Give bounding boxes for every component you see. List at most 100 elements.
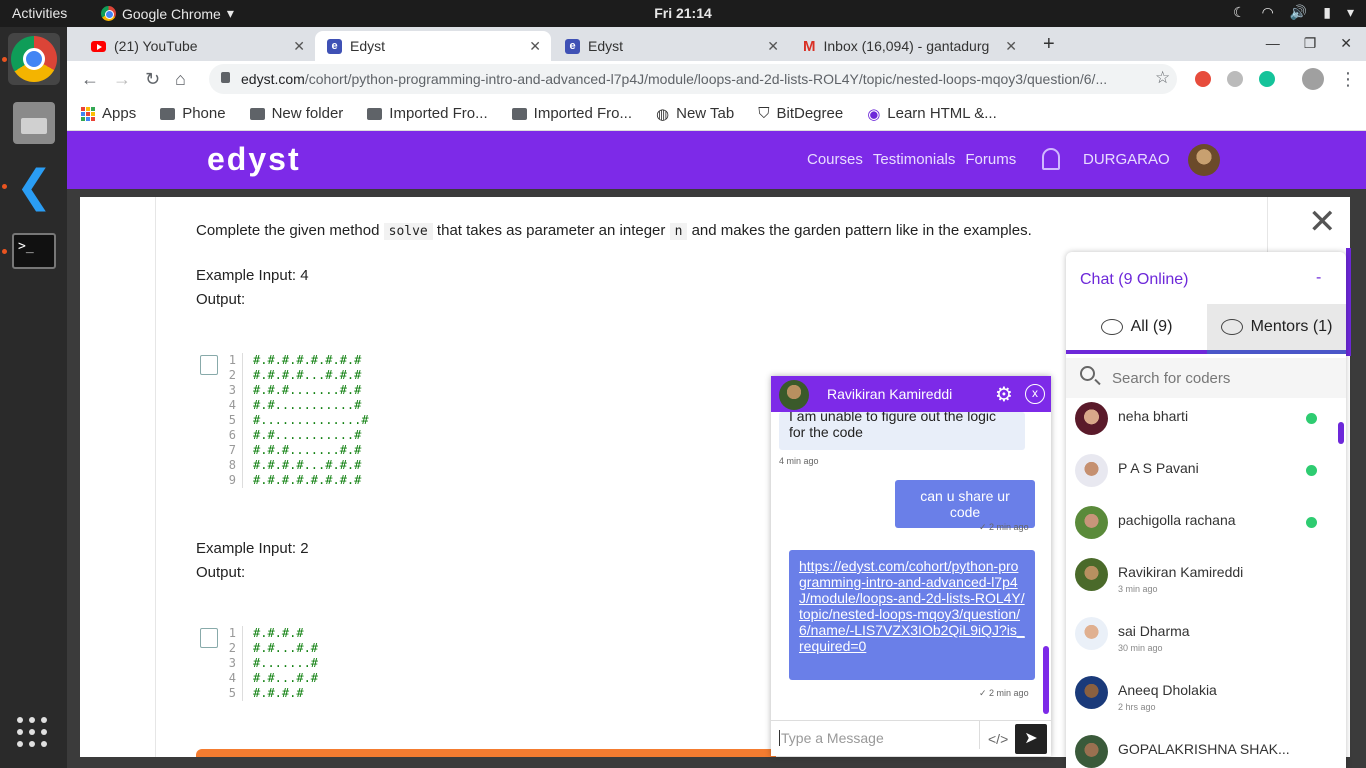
tab-edyst-active[interactable]: e Edyst ✕ (315, 31, 551, 61)
search-input[interactable]: Search for coders (1112, 370, 1230, 387)
message-time: 2 min ago (989, 688, 1029, 698)
grammarly-icon[interactable] (1259, 71, 1275, 87)
coder-search[interactable]: Search for coders (1066, 358, 1346, 398)
bookmark-apps[interactable]: Apps (81, 105, 136, 122)
close-icon[interactable]: ✕ (1308, 205, 1337, 239)
bookmark-bitdegree[interactable]: ⛉ BitDegree (758, 105, 843, 122)
home-icon[interactable]: ⌂ (175, 69, 186, 90)
close-icon[interactable]: ✕ (1340, 35, 1352, 52)
folder-icon (511, 107, 527, 120)
close-icon[interactable]: ✕ (293, 38, 305, 55)
app-menu-label: Google Chrome (122, 5, 221, 22)
copy-icon[interactable] (200, 355, 218, 375)
bookmark-imported-1[interactable]: Imported Fro... (367, 105, 488, 122)
tab-all[interactable]: All (9) (1066, 304, 1207, 354)
example1-output: Output: (196, 291, 246, 308)
nav-courses[interactable]: Courses (807, 151, 863, 168)
chat-window: Ravikiran Kamireddi ⚙ x I am unable to f… (771, 376, 1051, 756)
bookmark-new-folder[interactable]: New folder (249, 105, 344, 122)
vscode-icon: ❮ (15, 162, 53, 211)
site-logo[interactable]: edyst (207, 141, 301, 178)
chevron-down-icon: ▾ (1346, 4, 1354, 20)
close-icon[interactable]: ✕ (1005, 38, 1017, 55)
panel-accent (1346, 248, 1351, 356)
profile-avatar[interactable] (1302, 68, 1324, 90)
globe-icon: ◍ (656, 105, 670, 123)
bookmark-label: BitDegree (776, 105, 844, 122)
extension-icon[interactable] (1227, 71, 1243, 87)
avatar[interactable] (1188, 144, 1220, 176)
nav-forums[interactable]: Forums (965, 151, 1016, 168)
list-item[interactable]: P A S Pavani (1066, 454, 1346, 508)
app-menu[interactable]: Google Chrome ▾ (101, 5, 234, 22)
tab-gmail[interactable]: M Inbox (16,094) - gantadurg ✕ (791, 31, 1027, 61)
shared-link[interactable]: https://edyst.com/cohort/python-programm… (799, 558, 1025, 654)
dock-terminal[interactable]: >_ (8, 225, 60, 277)
close-icon[interactable]: ✕ (767, 38, 779, 55)
minimize-icon[interactable]: — (1266, 35, 1280, 52)
copy-icon[interactable] (200, 628, 218, 648)
dock-files[interactable] (8, 97, 60, 149)
code-icon[interactable]: </> (979, 721, 1008, 749)
list-item[interactable]: neha bharti (1066, 402, 1346, 456)
minimize-button[interactable]: - (1316, 269, 1321, 287)
list-item[interactable]: pachigolla rachana (1066, 506, 1346, 560)
bookmark-phone[interactable]: Phone (160, 105, 226, 122)
list-item[interactable]: Ravikiran Kamireddi 3 min ago (1066, 558, 1346, 612)
list-item[interactable]: Aneeq Dholakia 2 hrs ago (1066, 676, 1346, 730)
nav-testimonials[interactable]: Testimonials (873, 151, 956, 168)
dock: ❮ >_ (0, 27, 67, 768)
line-numbers: 1 2 3 4 5 (228, 626, 236, 700)
bookmark-new-tab[interactable]: ◍ New Tab (656, 105, 734, 123)
avatar (1075, 617, 1108, 650)
tab-label: All (9) (1130, 318, 1173, 335)
chat-panel-title[interactable]: Chat (9 Online) (1080, 271, 1189, 289)
tab-mentors[interactable]: Mentors (1) (1207, 304, 1346, 354)
username[interactable]: DURGARAO (1083, 151, 1170, 168)
maximize-icon[interactable]: ❐ (1304, 35, 1317, 52)
list-item[interactable]: sai Dharma 30 min ago (1066, 617, 1346, 671)
send-icon[interactable]: ➤ (1015, 724, 1047, 754)
tab-label: Mentors (1) (1250, 318, 1333, 335)
bell-icon[interactable] (1042, 148, 1060, 170)
bookmark-label: New folder (271, 105, 344, 122)
submit-bar[interactable] (196, 749, 776, 757)
coder-name: GOPALAKRISHNA SHAK... (1118, 741, 1290, 757)
problem-text: Complete the given method (196, 222, 384, 239)
message-composer: Type a Message </> ➤ (771, 720, 1051, 756)
message-input[interactable]: Type a Message (779, 730, 884, 746)
scrollbar[interactable] (1338, 422, 1344, 444)
system-tray[interactable]: ☾ ◠ 🔊 ▮ ▾ (1233, 4, 1354, 21)
activities-button[interactable]: Activities (12, 5, 67, 21)
bookmark-star-icon[interactable]: ☆ (1155, 68, 1170, 88)
bookmarks-bar: Apps Phone New folder Imported Fro... Im… (67, 97, 1366, 131)
bookmark-learn-html[interactable]: ◉ Learn HTML &... (867, 105, 997, 123)
bookmark-imported-2[interactable]: Imported Fro... (511, 105, 632, 122)
tab-edyst[interactable]: e Edyst ✕ (553, 31, 789, 61)
last-seen: 30 min ago (1118, 643, 1163, 653)
new-tab-button[interactable]: + (1043, 33, 1055, 56)
gear-icon[interactable]: ⚙ (995, 382, 1013, 407)
example2-code: 1 2 3 4 5 #.#.#.# #.#...#.# #.......# #.… (200, 626, 360, 706)
menu-icon[interactable]: ⋮ (1339, 69, 1357, 90)
scrollbar[interactable] (1043, 646, 1049, 714)
close-icon[interactable]: ✕ (529, 38, 541, 55)
message-text: I am unable to figure out the logic for … (789, 412, 997, 440)
address-bar[interactable]: edyst.com/cohort/python-programming-intr… (209, 64, 1177, 94)
pattern-output: #.#.#.# #.#...#.# #.......# #.#...#.# #.… (242, 626, 318, 701)
tab-youtube[interactable]: (21) YouTube ✕ (79, 31, 315, 61)
back-icon[interactable]: ← (81, 69, 99, 90)
list-item[interactable]: GOPALAKRISHNA SHAK... (1066, 735, 1346, 768)
search-icon (1080, 366, 1095, 381)
extension-icon[interactable] (1195, 71, 1211, 87)
running-indicator (2, 249, 7, 254)
dock-vscode[interactable]: ❮ (8, 161, 60, 213)
dock-chrome[interactable] (8, 33, 60, 85)
close-icon[interactable]: x (1025, 384, 1045, 404)
reload-icon[interactable]: ↻ (145, 69, 160, 90)
folder-icon (249, 107, 265, 120)
edyst-icon: e (565, 38, 580, 54)
show-apps-icon[interactable] (17, 717, 47, 747)
forward-icon[interactable]: → (113, 69, 131, 90)
lock-icon (221, 72, 230, 83)
